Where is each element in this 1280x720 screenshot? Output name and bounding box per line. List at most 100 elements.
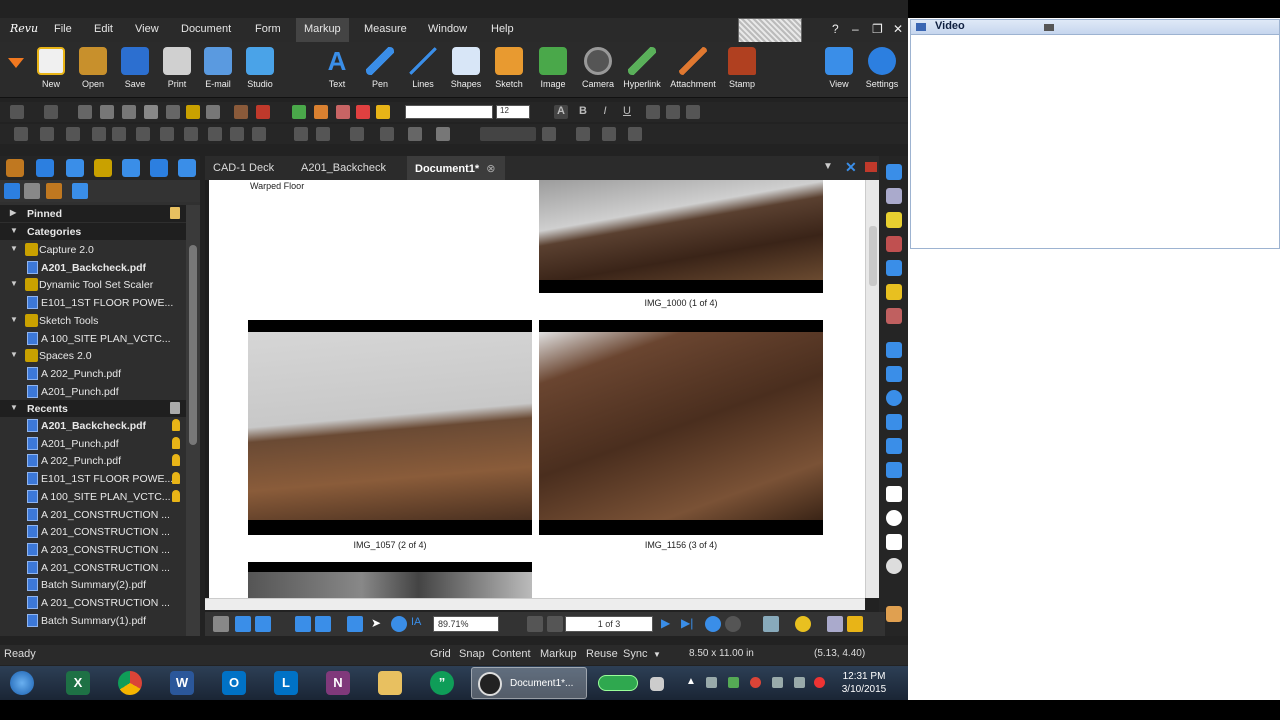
line-tool-icon[interactable]	[886, 342, 902, 358]
indent-icon[interactable]	[602, 127, 616, 141]
recent-file[interactable]: Batch Summary(2).pdf	[0, 576, 186, 593]
status-sync[interactable]: Sync	[623, 648, 647, 660]
sync-dropdown-icon[interactable]: ▼	[653, 650, 661, 659]
next-view-icon[interactable]	[725, 616, 741, 632]
restore-icon[interactable]: ❐	[872, 22, 883, 36]
spacing-icon[interactable]	[542, 127, 556, 141]
stamp-panel-icon[interactable]	[886, 606, 902, 622]
align-objects-icon[interactable]	[184, 127, 198, 141]
pin-icon[interactable]	[172, 489, 180, 502]
cloud-tool-icon[interactable]	[886, 462, 902, 478]
page-view-icon[interactable]	[213, 616, 229, 632]
category-file[interactable]: A 100_SITE PLAN_VCTC...	[0, 330, 186, 347]
close-icon[interactable]: ✕	[893, 22, 903, 36]
flip-icon[interactable]	[294, 127, 308, 141]
pin-icon[interactable]	[172, 454, 180, 467]
next-page-icon[interactable]: ▶	[661, 616, 677, 632]
arrow-tool-icon[interactable]	[886, 366, 902, 382]
ellipse-tool-icon[interactable]	[886, 510, 902, 526]
recent-file[interactable]: A 201_CONSTRUCTION ...	[0, 523, 186, 540]
properties-tab-icon[interactable]	[94, 159, 112, 177]
font-size-select[interactable]: 12	[496, 105, 530, 119]
line-width-icon[interactable]	[480, 127, 536, 141]
align-center-icon[interactable]	[666, 105, 680, 119]
hyperlink-tool-button[interactable]: Hyperlink	[617, 42, 667, 98]
recent-file[interactable]: A 201_CONSTRUCTION ...	[0, 506, 186, 523]
hatch-icon[interactable]	[436, 127, 450, 141]
text-select-icon[interactable]: IA	[411, 616, 427, 632]
page-tool-icon[interactable]	[827, 616, 843, 632]
zoom-tool-icon[interactable]	[391, 616, 407, 632]
filter-icon[interactable]	[46, 183, 62, 199]
recent-file[interactable]: E101_1ST FLOOR POWE...	[0, 470, 186, 487]
recent-file[interactable]: A201_Punch.pdf	[0, 435, 186, 452]
tray-chrome-icon[interactable]	[750, 677, 761, 688]
status-markup[interactable]: Markup	[540, 648, 577, 660]
panel-scrollbar[interactable]	[186, 205, 200, 636]
taskbar-outlook[interactable]: O	[214, 668, 254, 698]
stamp-tool-icon[interactable]	[886, 188, 902, 204]
tool-chest-icon[interactable]	[186, 105, 200, 119]
settings-gear-icon[interactable]	[886, 558, 902, 574]
document-horizontal-scrollbar[interactable]	[205, 598, 865, 610]
open-file-icon[interactable]	[72, 183, 88, 199]
bold-icon[interactable]: B	[576, 105, 590, 119]
copy-icon[interactable]	[100, 105, 114, 119]
recents-options-icon[interactable]	[170, 402, 180, 414]
settings-button[interactable]: Settings	[857, 42, 907, 98]
tab-document1[interactable]: Document1* ⊗	[407, 156, 505, 180]
align-right-icon[interactable]	[686, 105, 700, 119]
callout-tool-icon[interactable]	[886, 236, 902, 252]
highlight-icon[interactable]	[376, 105, 390, 119]
status-content[interactable]: Content	[492, 648, 531, 660]
status-reuse[interactable]: Reuse	[586, 648, 618, 660]
link-icon[interactable]	[292, 105, 306, 119]
opacity-icon[interactable]	[408, 127, 422, 141]
recent-file[interactable]: Batch Summary(1).pdf	[0, 612, 186, 629]
flatten-icon[interactable]	[40, 127, 54, 141]
status-snap[interactable]: Snap	[459, 648, 485, 660]
recent-file[interactable]: A 201_CONSTRUCTION ...	[0, 559, 186, 576]
category-file[interactable]: A201_Punch.pdf	[0, 383, 186, 400]
taskbar-chrome[interactable]	[110, 668, 150, 698]
continuous-icon[interactable]	[295, 616, 311, 632]
tool-icon[interactable]	[206, 105, 220, 119]
recent-file[interactable]: A 201_CONSTRUCTION ...	[0, 594, 186, 611]
previous-view-icon[interactable]	[705, 616, 721, 632]
tab-cad-1-deck[interactable]: CAD-1 Deck	[205, 156, 282, 180]
category-group[interactable]: ▼ Spaces 2.0	[0, 347, 186, 364]
underline-icon[interactable]: U	[620, 105, 634, 119]
folder-view-icon[interactable]	[24, 183, 40, 199]
delete-icon[interactable]	[166, 105, 180, 119]
menu-file[interactable]: File	[54, 23, 72, 35]
vertical-scroll-thumb[interactable]	[869, 226, 877, 286]
attach-icon[interactable]	[314, 105, 328, 119]
close-document-icon[interactable]: ✕	[845, 159, 857, 176]
menu-window[interactable]: Window	[428, 23, 467, 35]
minimize-icon[interactable]: –	[852, 22, 859, 36]
taskbar-network-app[interactable]	[646, 668, 668, 698]
polyline-tool-icon[interactable]	[886, 414, 902, 430]
document-vertical-scrollbar[interactable]	[865, 180, 879, 598]
tray-expand-icon[interactable]: ▲	[686, 676, 696, 687]
layers-tab-icon[interactable]	[122, 159, 140, 177]
distribute-icon[interactable]	[208, 127, 222, 141]
taskbar-green-app[interactable]	[594, 668, 642, 698]
cut-icon[interactable]	[78, 105, 92, 119]
recent-file[interactable]: A 100_SITE PLAN_VCTC...	[0, 488, 186, 505]
group-icon[interactable]	[92, 127, 106, 141]
category-file[interactable]: A201_Backcheck.pdf	[0, 259, 186, 276]
menu-edit[interactable]: Edit	[94, 23, 113, 35]
category-group[interactable]: ▼ Sketch Tools	[0, 312, 186, 329]
line-style-icon[interactable]	[350, 127, 364, 141]
unflatten-icon[interactable]	[66, 127, 80, 141]
stamp-tool-button[interactable]: Stamp	[717, 42, 767, 98]
taskbar-onenote[interactable]: N	[318, 668, 358, 698]
ungroup-icon[interactable]	[112, 127, 126, 141]
video-title-bar[interactable]: Video	[911, 20, 1279, 35]
arrange-icon[interactable]	[14, 127, 28, 141]
recents-header[interactable]: ▼ Recents	[0, 400, 186, 417]
text-tool-icon[interactable]	[886, 164, 902, 180]
taskbar-revu-active[interactable]: Document1*...	[471, 667, 587, 699]
category-group[interactable]: ▼ Dynamic Tool Set Scaler	[0, 276, 186, 293]
